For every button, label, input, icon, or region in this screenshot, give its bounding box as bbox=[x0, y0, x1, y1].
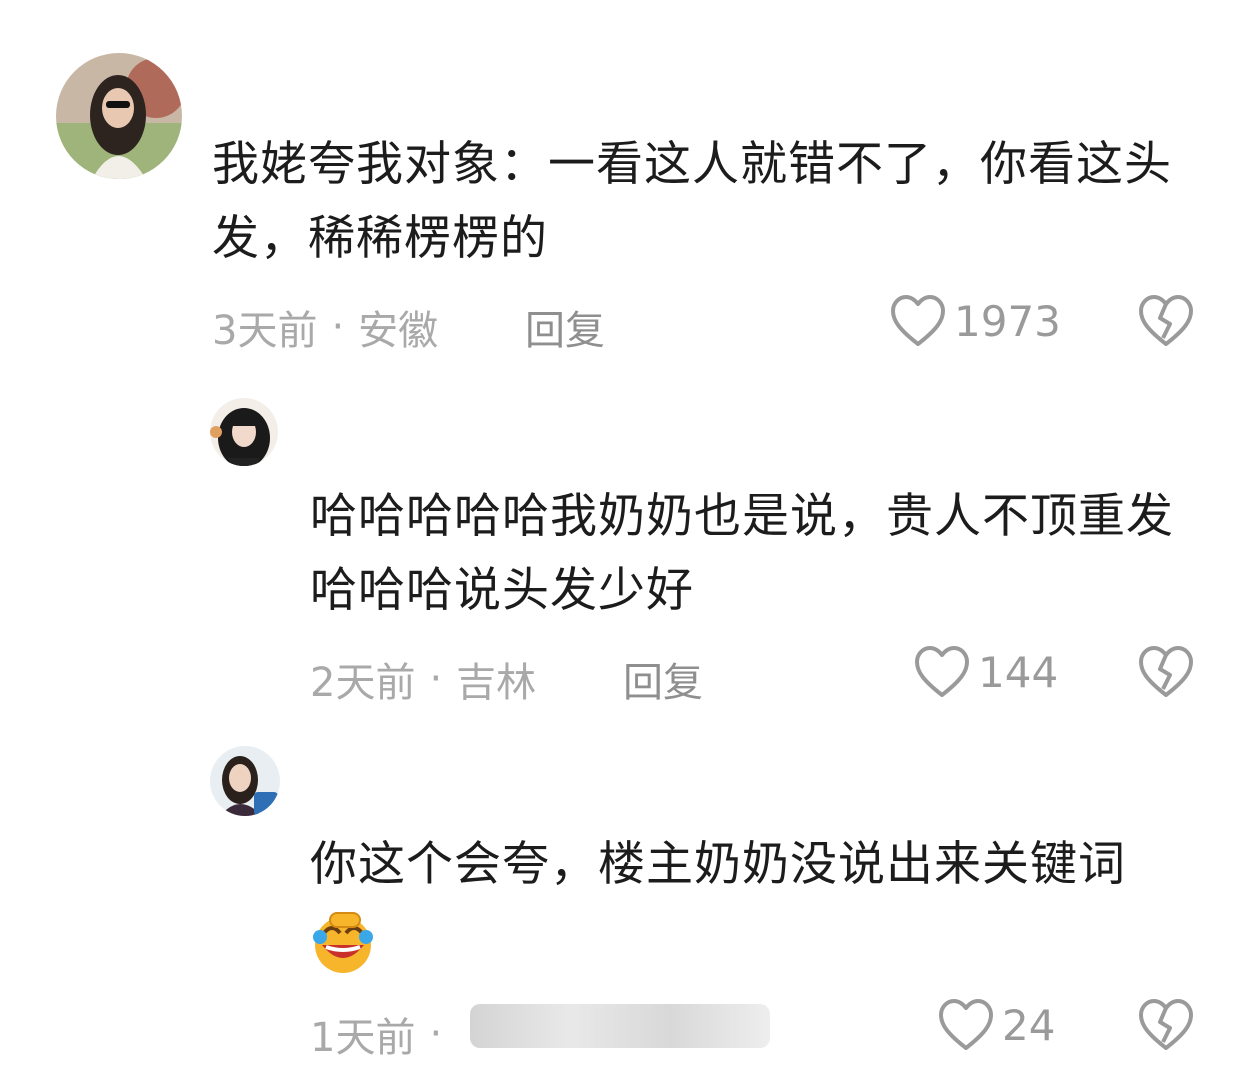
meta-separator: · bbox=[429, 656, 443, 702]
heart-outline-icon bbox=[914, 645, 970, 699]
broken-heart-icon bbox=[1138, 998, 1194, 1052]
comment-location: 安徽 bbox=[358, 308, 439, 354]
dislike-button[interactable] bbox=[1138, 645, 1194, 699]
comment-meta: 1天前 · bbox=[310, 1005, 456, 1063]
comment-time: 1天前 bbox=[310, 1015, 416, 1061]
comment-text: 你这个会夸，楼主奶奶没说出来关键词 bbox=[310, 828, 1210, 976]
comment-text: 哈哈哈哈哈我奶奶也是说，贵人不顶重发哈哈哈说头发少好 bbox=[310, 489, 1174, 618]
dislike-button[interactable] bbox=[1138, 998, 1194, 1052]
meta-separator: · bbox=[429, 1011, 443, 1057]
reply-button[interactable]: 回复 bbox=[623, 650, 703, 708]
avatar[interactable] bbox=[56, 53, 182, 179]
rolling-laughing-emoji-icon bbox=[310, 909, 376, 975]
meta-separator: · bbox=[331, 304, 345, 350]
comment-text: 我姥夸我对象：一看这人就错不了，你看这头发，稀稀楞楞的 bbox=[212, 137, 1172, 266]
reply-button[interactable]: 回复 bbox=[525, 298, 605, 356]
avatar[interactable] bbox=[210, 398, 278, 466]
comment-meta: 2天前 · 吉林 bbox=[310, 650, 536, 708]
dislike-button[interactable] bbox=[1138, 294, 1194, 348]
comment-location: 吉林 bbox=[456, 660, 537, 706]
like-count: 24 bbox=[1002, 1000, 1056, 1050]
like-button[interactable]: 24 bbox=[938, 998, 1055, 1052]
broken-heart-icon bbox=[1138, 645, 1194, 699]
comment-meta: 3天前 · 安徽 bbox=[212, 298, 438, 356]
heart-outline-icon bbox=[938, 998, 994, 1052]
like-count: 1973 bbox=[954, 296, 1061, 346]
comment-time: 2天前 bbox=[310, 660, 416, 706]
like-button[interactable]: 144 bbox=[914, 645, 1058, 699]
like-button[interactable]: 1973 bbox=[890, 294, 1061, 348]
avatar[interactable] bbox=[210, 746, 280, 816]
comment-text-content: 你这个会夸，楼主奶奶没说出来关键词 bbox=[310, 837, 1126, 892]
heart-outline-icon bbox=[890, 294, 946, 348]
watermark-overlay bbox=[470, 1004, 770, 1048]
broken-heart-icon bbox=[1138, 294, 1194, 348]
like-count: 144 bbox=[978, 647, 1059, 697]
comment-time: 3天前 bbox=[212, 308, 318, 354]
